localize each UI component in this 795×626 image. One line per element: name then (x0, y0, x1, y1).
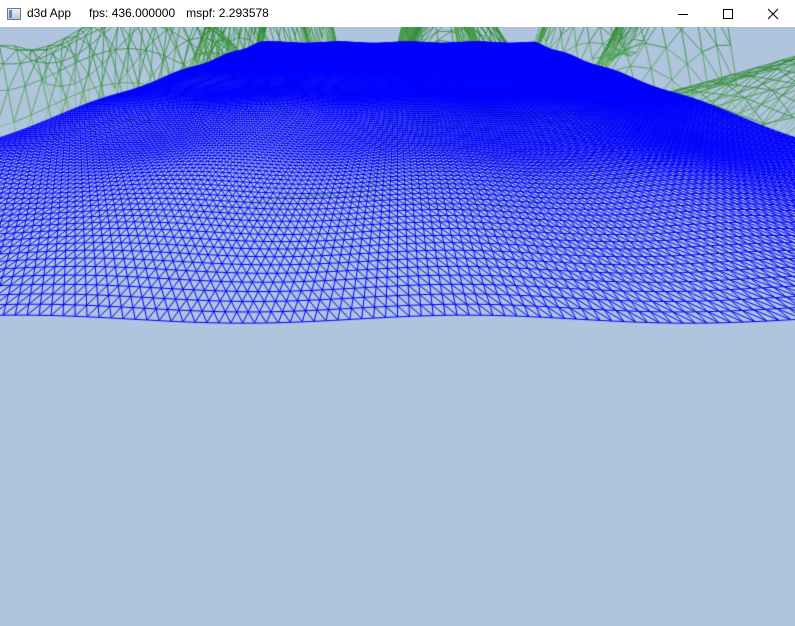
app-window: d3d App fps: 436.000000 mspf: 2.293578 (0, 0, 795, 626)
minimize-button[interactable] (660, 0, 705, 27)
app-name: d3d App (27, 6, 72, 20)
fps-readout: fps: 436.000000 (89, 6, 176, 20)
close-icon (767, 8, 778, 19)
window-title: d3d App fps: 436.000000 mspf: 2.293578 (27, 0, 269, 27)
wireframe-scene[interactable] (0, 27, 795, 626)
minimize-icon (677, 13, 688, 15)
close-button[interactable] (750, 0, 795, 27)
maximize-button[interactable] (705, 0, 750, 27)
title-bar[interactable]: d3d App fps: 436.000000 mspf: 2.293578 (0, 0, 795, 27)
caption-buttons (660, 0, 795, 27)
render-viewport[interactable] (0, 27, 795, 626)
mspf-readout: mspf: 2.293578 (186, 6, 269, 20)
maximize-icon (722, 8, 733, 19)
app-icon[interactable] (7, 7, 21, 20)
